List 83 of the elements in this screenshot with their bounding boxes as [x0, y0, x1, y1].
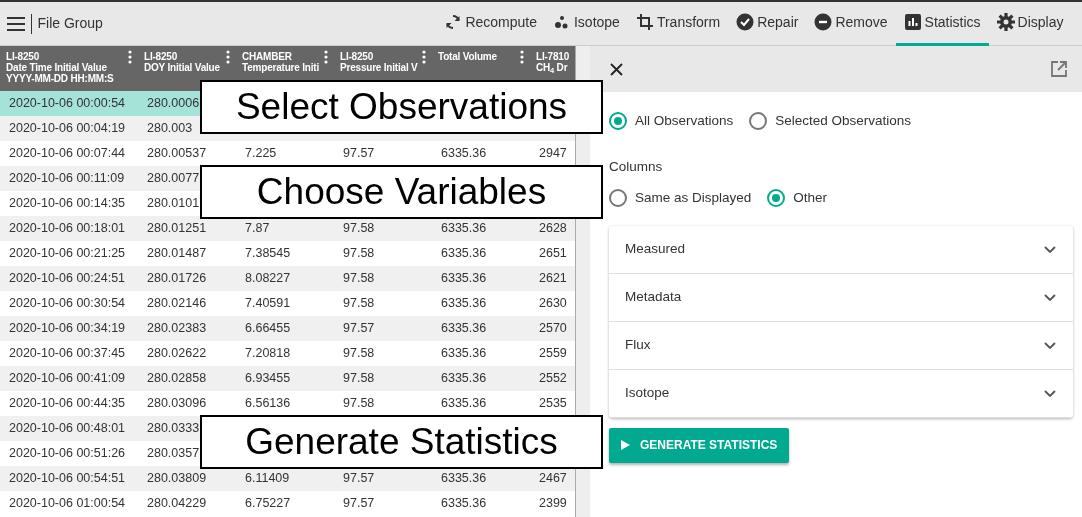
file-group-label: File Group	[37, 14, 103, 33]
table-cell: 280.0357	[147, 446, 200, 461]
table-cell: 280.01251	[147, 221, 207, 236]
table-cell: 7.40591	[245, 296, 291, 311]
table-cell: 2020-10-06 00:51:26	[9, 446, 126, 461]
table-cell: 97.57	[343, 471, 375, 486]
table-cell: 2552	[539, 371, 567, 386]
callout-tooltip: Generate Statistics	[200, 415, 603, 469]
table-cell: 2535	[539, 396, 567, 411]
table-cell: 97.57	[343, 321, 375, 336]
table-cell: 280.01726	[147, 271, 207, 286]
table-cell: 6335.36	[441, 296, 487, 311]
table-cell: 97.58	[343, 246, 375, 261]
table-cell: 2020-10-06 00:14:35	[9, 196, 126, 211]
table-cell: 6335.36	[441, 221, 487, 236]
table-cell: 97.57	[343, 496, 375, 511]
table-cell: 280.00537	[147, 146, 207, 161]
table-cell: 2020-10-06 00:00:54	[9, 96, 126, 111]
table-cell: 97.58	[343, 346, 375, 361]
table-cell: 2020-10-06 00:37:45	[9, 346, 126, 361]
table-cell: 2020-10-06 00:11:09	[9, 171, 125, 186]
columns-label: Columns	[608, 158, 664, 177]
table-cell: 6335.36	[441, 346, 487, 361]
table-cell: 280.0333	[147, 421, 200, 436]
table-cell: 2020-10-06 00:44:35	[9, 396, 126, 411]
table-cell: 6335.36	[441, 246, 487, 261]
table-cell: 6.66455	[245, 321, 291, 336]
table-cell: 6335.36	[441, 271, 487, 286]
table-cell: 97.58	[343, 371, 375, 386]
callout-tooltip: Choose Variables	[200, 165, 603, 219]
table-cell: 6335.36	[441, 146, 487, 161]
table-cell: 280.02622	[147, 346, 207, 361]
table-cell: 2467	[539, 471, 567, 486]
table-cell: 2630	[539, 296, 567, 311]
table-cell: 6335.36	[441, 321, 487, 336]
table-cell: 280.04229	[147, 496, 207, 511]
table-cell: 2559	[539, 346, 567, 361]
table-cell: 2020-10-06 00:04:19	[9, 121, 126, 136]
table-cell: 2399	[539, 496, 567, 511]
table-cell: 6335.36	[441, 471, 487, 486]
table-cell: 6.11409	[245, 471, 290, 486]
table-cell: 280.03809	[147, 471, 207, 486]
table-cell: 2020-10-06 00:41:09	[9, 371, 126, 386]
table-cell: 97.58	[343, 396, 375, 411]
table-cell: 2020-10-06 00:21:25	[9, 246, 126, 261]
table-cell: 97.57	[343, 146, 375, 161]
table-cell: 2020-10-06 00:48:01	[9, 421, 126, 436]
table-cell: 2020-10-06 00:24:51	[9, 271, 126, 286]
table-cell: 280.02383	[147, 321, 207, 336]
table-cell: 2020-10-06 00:18:01	[9, 221, 126, 236]
table-cell: 280.02146	[147, 296, 207, 311]
table-cell: 280.03096	[147, 396, 207, 411]
table-cell: 280.01487	[147, 246, 207, 261]
table-cell: 7.87	[245, 221, 270, 236]
table-cell: 280.02858	[147, 371, 207, 386]
table-cell: 6.75227	[245, 496, 291, 511]
table-cell: 2020-10-06 00:54:51	[9, 471, 126, 486]
table-cell: 2020-10-06 01:00:54	[9, 496, 126, 511]
table-cell: 6335.36	[441, 496, 487, 511]
table-cell: 2651	[539, 246, 567, 261]
table-cell: 97.58	[343, 221, 375, 236]
table-cell: 280.0006	[147, 96, 200, 111]
table-cell: 2020-10-06 00:07:44	[9, 146, 126, 161]
table-cell: 97.58	[343, 271, 375, 286]
table-cell: 6.56136	[245, 396, 291, 411]
table-cell: 2628	[539, 221, 567, 236]
table-cell: 2020-10-06 00:34:19	[9, 321, 126, 336]
table-cell: 6335.36	[441, 371, 487, 386]
table-cell: 8.08227	[245, 271, 291, 286]
table-cell: 7.225	[245, 146, 277, 161]
table-cell: 280.0101	[147, 196, 200, 211]
table-cell: 280.003	[147, 121, 193, 136]
table-cell: 6.93455	[245, 371, 291, 386]
table-cell: 2621	[539, 271, 567, 286]
table-cell: 2947	[539, 146, 567, 161]
table-cell: 6335.36	[441, 396, 487, 411]
table-cell: 280.0077	[147, 171, 200, 186]
table-cell: 7.38545	[245, 246, 291, 261]
table-cell: 2570	[539, 321, 567, 336]
table-cell: 2020-10-06 00:30:54	[9, 296, 126, 311]
table-cell: 7.20818	[245, 346, 291, 361]
callout-tooltip: Select Observations	[200, 80, 603, 134]
table-cell: 97.58	[343, 296, 375, 311]
